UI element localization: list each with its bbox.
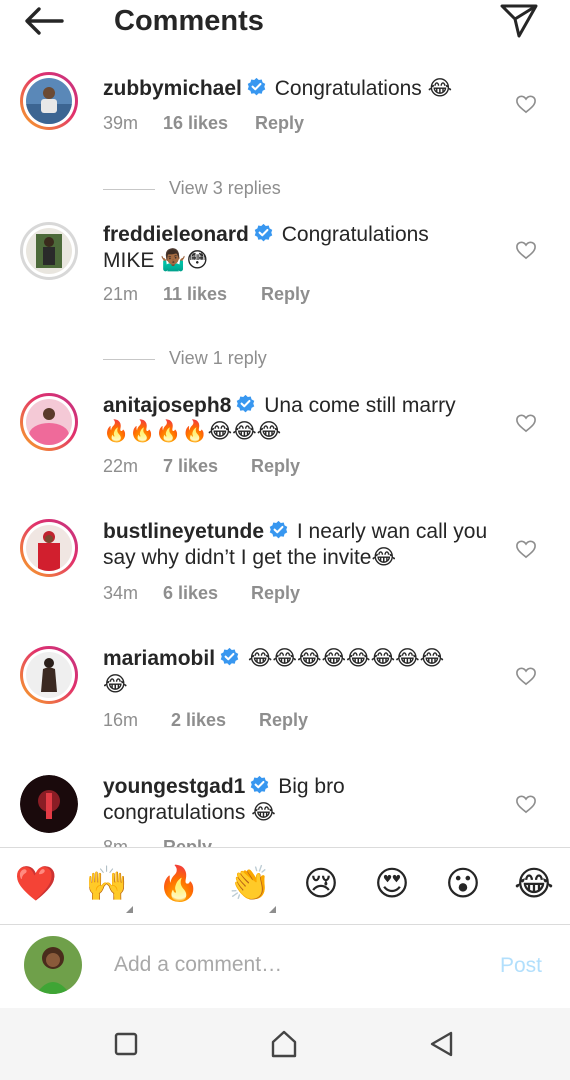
heart-outline-icon[interactable] xyxy=(515,666,537,686)
emoji-heart[interactable]: ❤️ xyxy=(13,862,59,906)
comment-likes[interactable]: 2 likes xyxy=(171,710,259,731)
avatar[interactable] xyxy=(20,775,78,833)
heart-outline-icon[interactable] xyxy=(515,94,537,114)
reply-button[interactable]: Reply xyxy=(255,113,304,134)
send-icon[interactable] xyxy=(498,2,540,40)
variant-indicator-icon xyxy=(126,906,133,913)
reply-button[interactable]: Reply xyxy=(261,284,310,305)
verified-badge-icon xyxy=(251,775,269,794)
current-user-avatar[interactable] xyxy=(24,936,82,994)
divider xyxy=(103,188,155,190)
verified-badge-icon xyxy=(269,520,288,539)
comment-likes[interactable]: 11 likes xyxy=(163,284,261,305)
comment-text-line2: 🔥🔥🔥🔥😂😂😂 xyxy=(103,420,282,443)
comment-likes[interactable]: 16 likes xyxy=(163,113,255,134)
comment-text-line2: 😂 xyxy=(103,673,128,696)
comment-time: 22m xyxy=(103,456,139,476)
heart-outline-icon[interactable] xyxy=(515,413,537,433)
reply-button[interactable]: Reply xyxy=(163,837,212,847)
verified-badge-icon xyxy=(254,223,273,242)
variant-indicator-icon xyxy=(269,906,276,913)
reply-button[interactable]: Reply xyxy=(251,456,300,477)
comment-username[interactable]: anitajoseph8 xyxy=(103,394,231,417)
avatar[interactable] xyxy=(20,222,78,280)
emoji-surprised-face[interactable]: 😮 xyxy=(440,862,486,906)
emoji-bar: ❤️ 🙌 🔥 👏 😢 😍 😮 😂 xyxy=(0,847,570,925)
comment-text-line2: congratulations 😂 xyxy=(103,801,276,824)
comment-list[interactable]: zubbymichael Congratulations 😂 39m 16 lik… xyxy=(0,60,570,847)
comment-username[interactable]: mariamobil xyxy=(103,647,215,670)
comment-text: I nearly wan call you xyxy=(296,520,488,543)
post-button[interactable]: Post xyxy=(500,954,542,978)
comment-time: 34m xyxy=(103,583,139,603)
comment-username[interactable]: youngestgad1 xyxy=(103,775,245,798)
heart-outline-icon[interactable] xyxy=(515,240,537,260)
avatar[interactable] xyxy=(20,646,78,704)
comment-text: Big bro xyxy=(278,775,345,798)
comment-input[interactable] xyxy=(114,948,474,982)
reply-button[interactable]: Reply xyxy=(259,710,308,731)
comment-time: 21m xyxy=(103,284,139,304)
comment-text: Una come still marry xyxy=(264,394,456,417)
emoji-raised-hands[interactable]: 🙌 xyxy=(84,862,130,906)
emoji-tears-of-joy[interactable]: 😂 xyxy=(511,862,557,906)
avatar[interactable] xyxy=(20,72,78,130)
system-nav-bar xyxy=(0,1008,570,1080)
comment-text: Congratulations 😂 xyxy=(274,77,453,100)
comment-likes[interactable]: 7 likes xyxy=(163,456,251,477)
comment-time: 16m xyxy=(103,710,139,730)
avatar[interactable] xyxy=(20,519,78,577)
avatar[interactable] xyxy=(20,393,78,451)
triangle-back-icon[interactable] xyxy=(424,1026,460,1062)
header: Comments xyxy=(0,0,570,44)
heart-outline-icon[interactable] xyxy=(515,794,537,814)
view-replies-button[interactable]: View 1 reply xyxy=(103,348,267,369)
page-title: Comments xyxy=(114,5,264,37)
comment-likes[interactable]: 6 likes xyxy=(163,583,251,604)
view-replies-button[interactable]: View 3 replies xyxy=(103,178,281,199)
comment-username[interactable]: bustlineyetunde xyxy=(103,520,264,543)
divider xyxy=(103,358,155,360)
back-arrow-icon[interactable] xyxy=(22,4,66,38)
comment-text: 😂😂😂😂😂😂😂😂 xyxy=(247,647,445,670)
emoji-crying-face[interactable]: 😢 xyxy=(298,862,344,906)
emoji-fire[interactable]: 🔥 xyxy=(156,862,202,906)
emoji-heart-eyes[interactable]: 😍 xyxy=(369,862,415,906)
verified-badge-icon xyxy=(220,647,239,666)
verified-badge-icon xyxy=(237,394,255,413)
comment-time: 8m xyxy=(103,837,129,847)
reply-button[interactable]: Reply xyxy=(251,583,300,604)
comment-username[interactable]: freddieleonard xyxy=(103,223,249,246)
comment-composer: Post xyxy=(0,924,570,1008)
comment-text-line2: say why didn’t I get the invite😂 xyxy=(103,546,397,569)
comment-username[interactable]: zubbymichael xyxy=(103,77,242,100)
comment-text: Congratulations xyxy=(281,223,429,246)
heart-outline-icon[interactable] xyxy=(515,539,537,559)
emoji-clapping-hands[interactable]: 👏 xyxy=(227,862,273,906)
comment-text-line2: MIKE 🤷🏾‍♂️😳 xyxy=(103,249,209,272)
verified-badge-icon xyxy=(247,77,266,96)
comment-time: 39m xyxy=(103,113,139,133)
circle-home-icon[interactable] xyxy=(266,1026,302,1062)
square-icon[interactable] xyxy=(108,1026,144,1062)
